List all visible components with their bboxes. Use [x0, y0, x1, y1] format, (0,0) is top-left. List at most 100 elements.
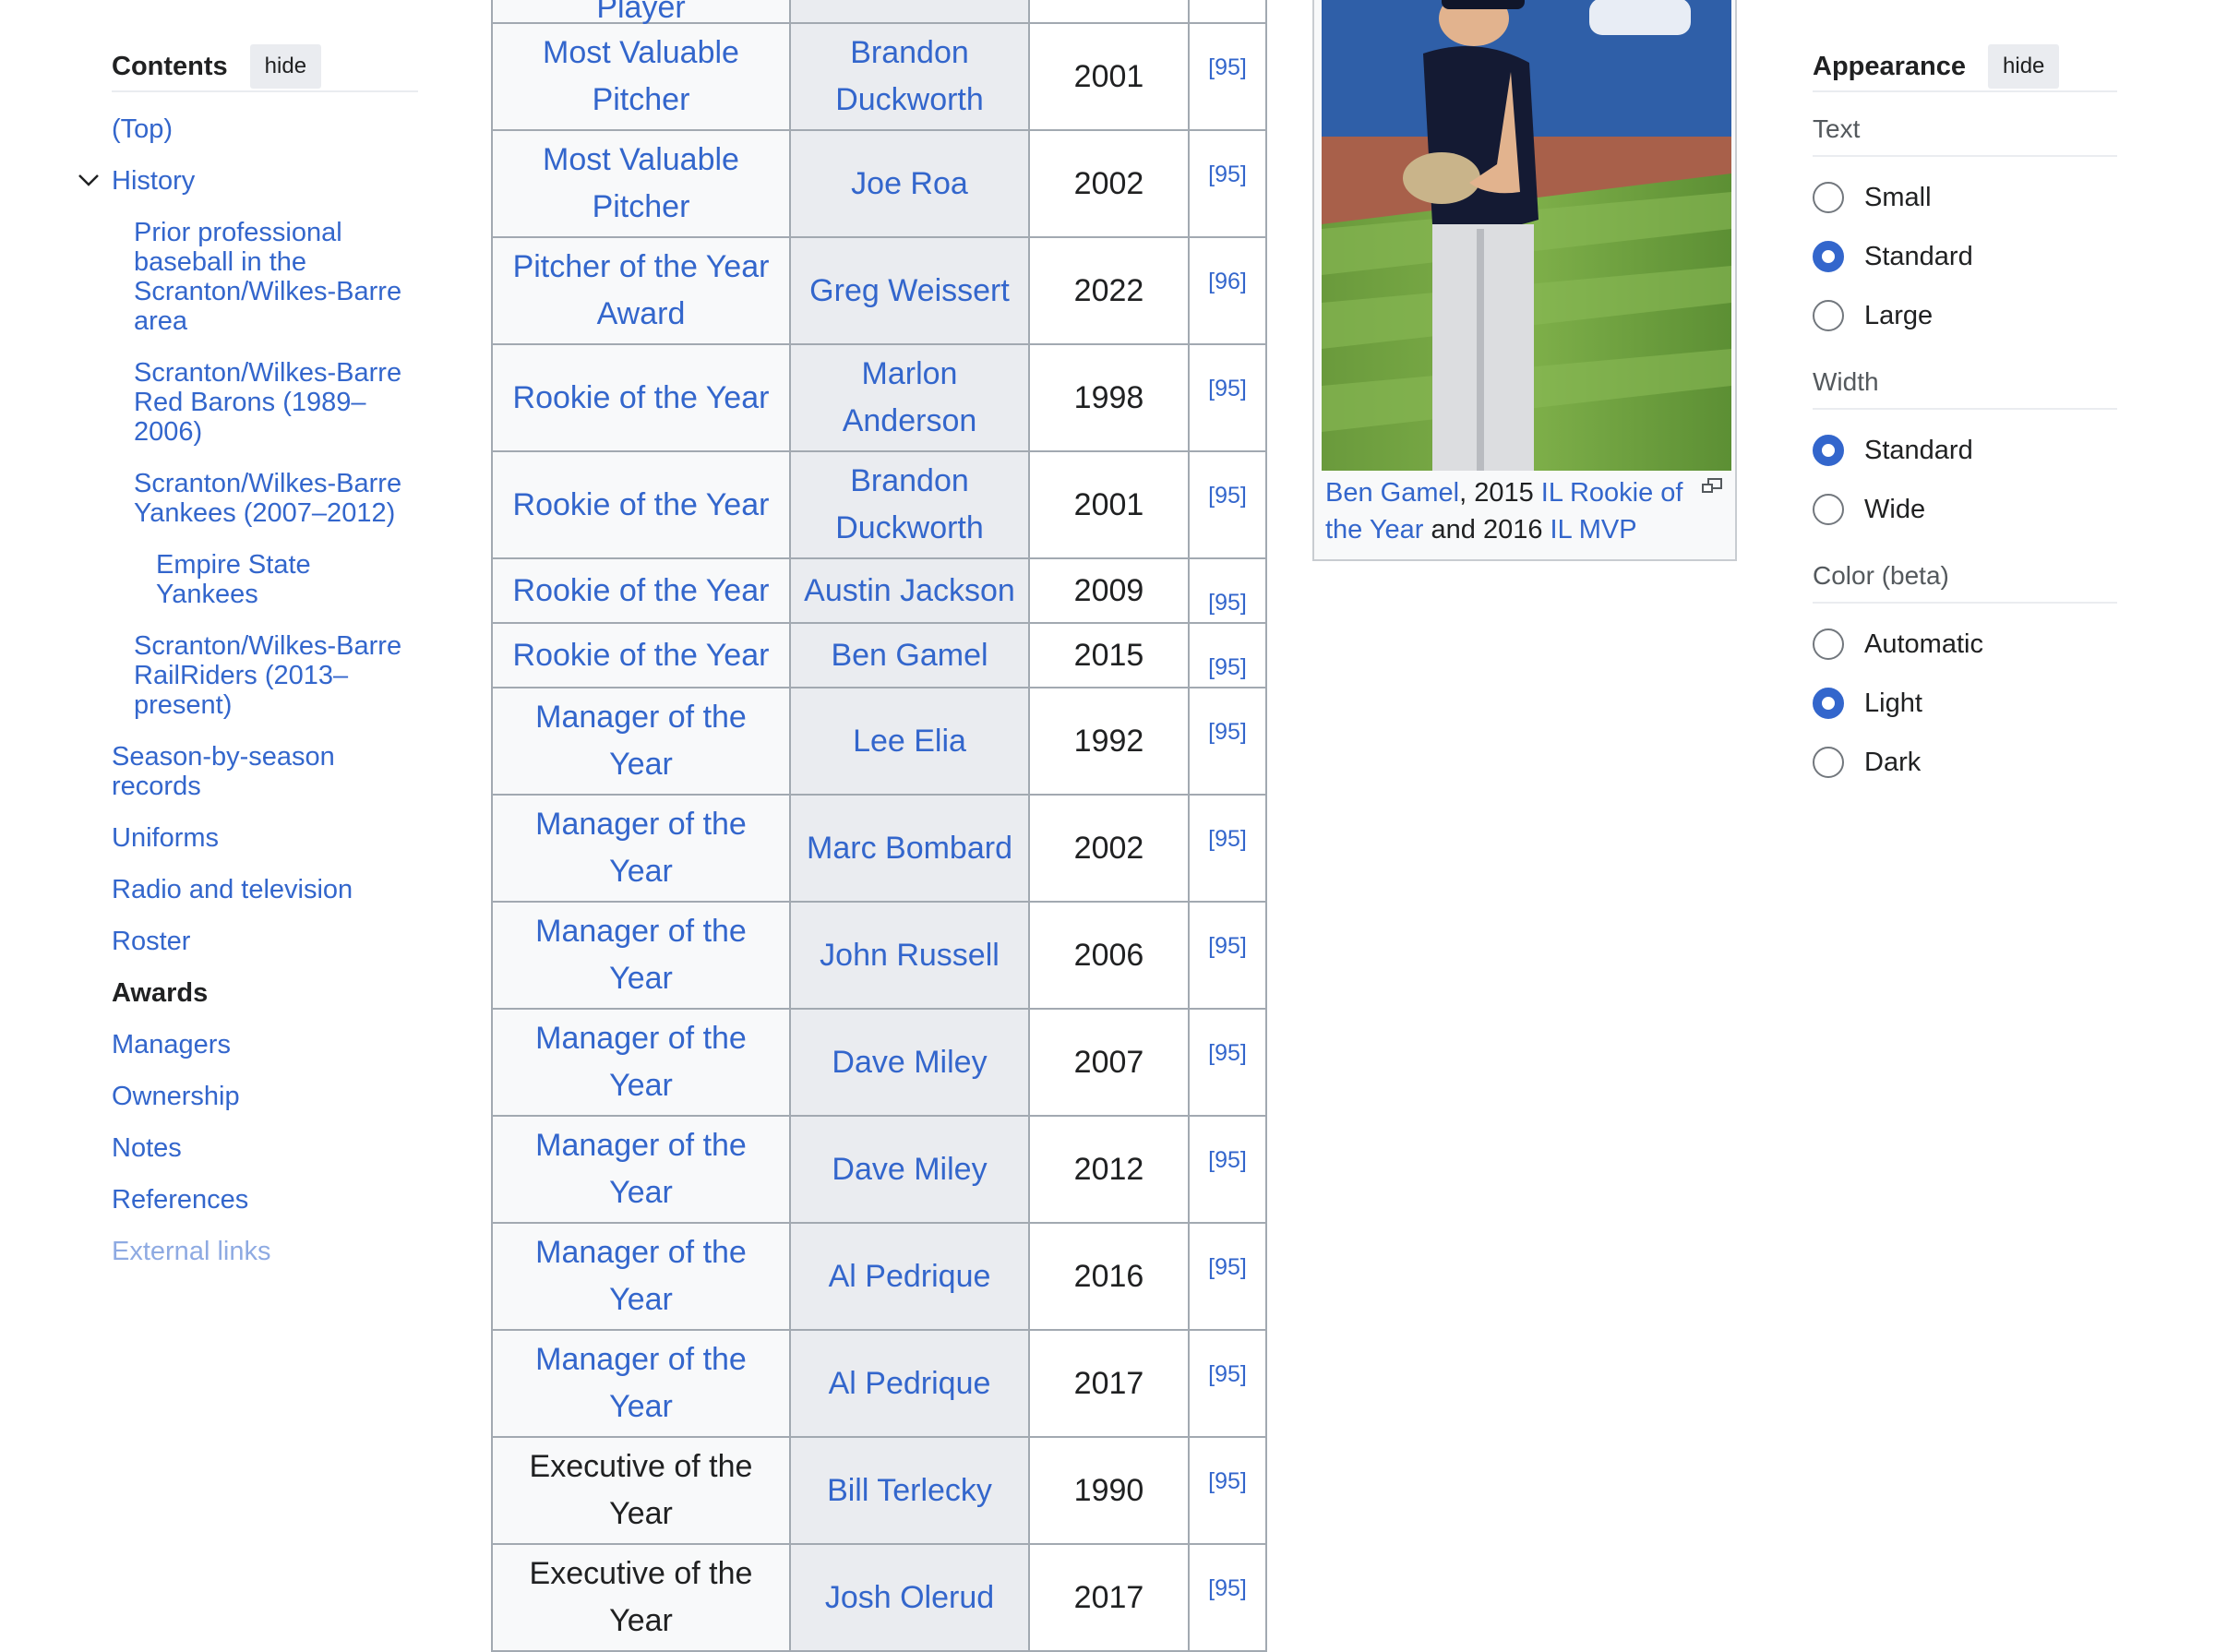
radio-unchecked-icon[interactable]: [1813, 494, 1844, 525]
award-cell[interactable]: Rookie of the Year: [491, 450, 791, 559]
year-cell: 2007: [1028, 1008, 1190, 1117]
award-cell[interactable]: Rookie of the Year: [491, 622, 791, 688]
award-cell[interactable]: Manager of the Year: [491, 794, 791, 903]
radio-checked-icon[interactable]: [1813, 435, 1844, 466]
toc-item[interactable]: History: [78, 157, 418, 209]
recipient-cell[interactable]: Al Pedrique: [789, 1329, 1030, 1438]
reference-cell[interactable]: [95]: [1188, 794, 1267, 903]
award-cell[interactable]: Manager of the Year: [491, 1115, 791, 1224]
toc-hide-button[interactable]: hide: [249, 44, 322, 89]
recipient-cell[interactable]: Josh Olerud: [789, 1543, 1030, 1652]
radio-checked-icon[interactable]: [1813, 241, 1844, 272]
award-cell[interactable]: Manager of the Year: [491, 1222, 791, 1331]
radio-unchecked-icon[interactable]: [1813, 182, 1844, 213]
reference-cell[interactable]: [95]: [1188, 687, 1267, 796]
award-cell[interactable]: Manager of the Year: [491, 901, 791, 1010]
recipient-cell[interactable]: Al Pedrique: [789, 1222, 1030, 1331]
toc-item[interactable]: Scranton/Wilkes-Barre Red Barons (1989–2…: [112, 349, 418, 460]
table-row: Rookie of the Year Ben Gamel 2015 [95]: [491, 622, 1267, 688]
toc-item[interactable]: Empire State Yankees: [112, 541, 418, 622]
recipient-cell[interactable]: Marc Bombard: [789, 794, 1030, 903]
reference-cell[interactable]: [95]: [1188, 1329, 1267, 1438]
toc-item[interactable]: External links: [112, 1227, 418, 1279]
award-cell[interactable]: Rookie of the Year: [491, 343, 791, 452]
radio-option[interactable]: Light: [1813, 674, 2117, 733]
caption-link[interactable]: Ben Gamel: [1325, 478, 1459, 508]
radio-option[interactable]: Wide: [1813, 480, 2117, 539]
toc-item[interactable]: Roster: [112, 917, 418, 969]
reference-cell[interactable]: [95]: [1188, 622, 1267, 688]
reference-cell[interactable]: [95]: [1188, 129, 1267, 238]
award-cell[interactable]: Most Valuable Pitcher: [491, 22, 791, 131]
toc-item[interactable]: Scranton/Wilkes-Barre RailRiders (2013–p…: [112, 622, 418, 733]
radio-option[interactable]: Standard: [1813, 227, 2117, 286]
recipient-cell[interactable]: [789, 0, 1030, 24]
reference-cell[interactable]: [1188, 0, 1267, 24]
table-row: Pitcher of the Year Award Greg Weissert 20…: [491, 236, 1267, 345]
reference-cell[interactable]: [95]: [1188, 557, 1267, 624]
radio-unchecked-icon[interactable]: [1813, 747, 1844, 778]
toc-item[interactable]: Notes: [112, 1124, 418, 1176]
award-cell[interactable]: Manager of the Year: [491, 1329, 791, 1438]
reference-cell[interactable]: [95]: [1188, 1222, 1267, 1331]
radio-option[interactable]: Large: [1813, 286, 2117, 345]
reference-cell[interactable]: [95]: [1188, 1008, 1267, 1117]
appearance-group-label: Text: [1813, 114, 2117, 157]
recipient-cell[interactable]: Marlon Anderson: [789, 343, 1030, 452]
recipient-cell[interactable]: Dave Miley: [789, 1115, 1030, 1224]
toc-item[interactable]: Uniforms: [112, 814, 418, 866]
reference-cell[interactable]: [95]: [1188, 343, 1267, 452]
chevron-down-icon[interactable]: [77, 168, 101, 192]
reference-cell[interactable]: [95]: [1188, 901, 1267, 1010]
toc-item[interactable]: Prior professional baseball in the Scran…: [112, 209, 418, 349]
recipient-cell[interactable]: John Russell: [789, 901, 1030, 1010]
enlarge-icon[interactable]: [1702, 478, 1722, 493]
reference-cell[interactable]: [95]: [1188, 1436, 1267, 1545]
toc-item[interactable]: References: [112, 1176, 418, 1227]
table-row: Rookie of the Year Brandon Duckworth 2001[…: [491, 450, 1267, 559]
table-row: Executive of the Year Josh Olerud 2017 [95]: [491, 1543, 1267, 1652]
reference-cell[interactable]: [96]: [1188, 236, 1267, 345]
recipient-cell[interactable]: Joe Roa: [789, 129, 1030, 238]
radio-option[interactable]: Automatic: [1813, 615, 2117, 674]
recipient-cell[interactable]: Greg Weissert: [789, 236, 1030, 345]
year-cell: 2017: [1028, 1543, 1190, 1652]
recipient-cell[interactable]: Bill Terlecky: [789, 1436, 1030, 1545]
award-cell[interactable]: Pitcher of the Year Award: [491, 236, 791, 345]
radio-unchecked-icon[interactable]: [1813, 300, 1844, 331]
toc-item[interactable]: Scranton/Wilkes-Barre Yankees (2007–2012…: [112, 460, 418, 541]
radio-checked-icon[interactable]: [1813, 688, 1844, 719]
award-cell[interactable]: Manager of the Year: [491, 687, 791, 796]
award-cell[interactable]: Player: [491, 0, 791, 24]
recipient-cell[interactable]: Lee Elia: [789, 687, 1030, 796]
recipient-cell[interactable]: Brandon Duckworth: [789, 22, 1030, 131]
player-photo[interactable]: [1322, 0, 1731, 471]
toc-item[interactable]: Radio and television: [112, 866, 418, 917]
radio-option[interactable]: Dark: [1813, 733, 2117, 792]
appearance-hide-button[interactable]: hide: [1988, 44, 2060, 89]
reference-cell[interactable]: [95]: [1188, 1115, 1267, 1224]
reference-cell[interactable]: [95]: [1188, 450, 1267, 559]
table-row: Player: [491, 0, 1267, 24]
reference-cell[interactable]: [95]: [1188, 1543, 1267, 1652]
toc-item[interactable]: Managers: [112, 1021, 418, 1072]
recipient-cell[interactable]: Dave Miley: [789, 1008, 1030, 1117]
award-cell[interactable]: Rookie of the Year: [491, 557, 791, 624]
radio-option[interactable]: Small: [1813, 168, 2117, 227]
award-cell[interactable]: Most Valuable Pitcher: [491, 129, 791, 238]
caption-link[interactable]: IL: [1541, 478, 1562, 508]
radio-unchecked-icon[interactable]: [1813, 628, 1844, 660]
caption-link[interactable]: IL: [1550, 515, 1572, 545]
radio-label: Dark: [1864, 747, 1922, 777]
recipient-cell[interactable]: Austin Jackson: [789, 557, 1030, 624]
caption-link[interactable]: MVP: [1579, 515, 1637, 545]
toc-item[interactable]: (Top): [112, 105, 418, 157]
toc-item[interactable]: Ownership: [112, 1072, 418, 1124]
reference-cell[interactable]: [95]: [1188, 22, 1267, 131]
radio-option[interactable]: Standard: [1813, 421, 2117, 480]
recipient-cell[interactable]: Brandon Duckworth: [789, 450, 1030, 559]
radio-label: Standard: [1864, 241, 1973, 271]
toc-item[interactable]: Season-by-season records: [112, 733, 418, 814]
award-cell[interactable]: Manager of the Year: [491, 1008, 791, 1117]
recipient-cell[interactable]: Ben Gamel: [789, 622, 1030, 688]
